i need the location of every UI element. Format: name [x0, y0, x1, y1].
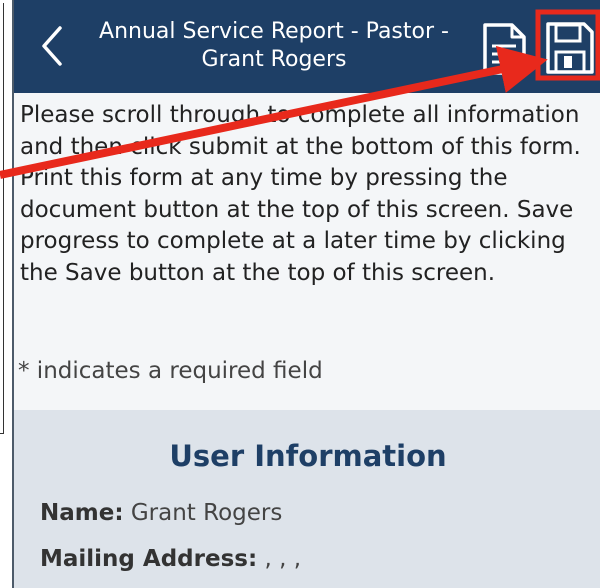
mailing-address-label: Mailing Address: — [40, 546, 258, 572]
floppy-disk-icon — [546, 22, 594, 74]
user-information-section: User Information Name: Grant Rogers Mail… — [14, 410, 600, 588]
page-title: Annual Service Report - Pastor - Grant R… — [94, 18, 454, 74]
page-title-line1: Annual Service Report - Pastor - — [99, 19, 449, 44]
name-label: Name: — [40, 500, 124, 526]
save-button[interactable] — [544, 20, 596, 76]
back-button[interactable] — [32, 22, 72, 70]
name-value: Grant Rogers — [130, 500, 283, 526]
user-information-title: User Information — [169, 439, 447, 473]
mailing-address-value: , , , — [264, 546, 302, 572]
print-document-button[interactable] — [480, 22, 528, 76]
name-field: Name: Grant Rogers — [40, 500, 282, 526]
chevron-left-icon — [42, 26, 62, 66]
app-header: Annual Service Report - Pastor - Grant R… — [14, 0, 600, 93]
mailing-address-field: Mailing Address: , , , — [40, 546, 301, 572]
screenshot-stage: Annual Service Report - Pastor - Grant R… — [0, 0, 600, 588]
required-field-note: * indicates a required field — [18, 358, 323, 384]
instructions-text: Please scroll through to complete all in… — [20, 102, 581, 286]
side-panel-border — [0, 3, 4, 434]
page-title-line2: Grant Rogers — [201, 47, 347, 72]
app-screen: Annual Service Report - Pastor - Grant R… — [12, 0, 600, 588]
document-icon — [483, 23, 526, 75]
